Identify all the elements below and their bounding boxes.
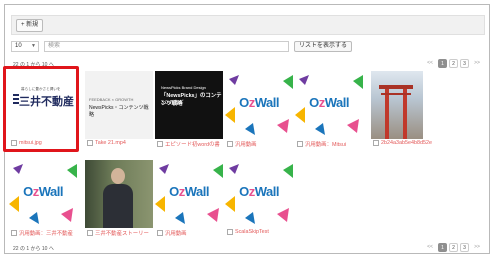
pager-page-1[interactable]: 1 xyxy=(438,59,447,68)
pager-page-3[interactable]: 3 xyxy=(460,243,469,252)
thumbnail-ozwall[interactable]: OzWall xyxy=(295,71,363,139)
ozwall-logo: OzWall xyxy=(23,184,63,199)
ozwall-logo: OzWall xyxy=(239,95,279,110)
select-checkbox[interactable] xyxy=(227,141,233,147)
search-input[interactable]: 検索 xyxy=(44,41,289,52)
toolbar: 10 ▼ 検索 リストを表示する xyxy=(11,41,485,55)
media-item-caption[interactable]: 2b24a3ab5e4b8d52e xyxy=(373,140,432,146)
thumb-caption-small: FEEDBACK × GROWTH xyxy=(89,97,134,102)
pager-next[interactable]: >> xyxy=(471,59,483,68)
pager-next[interactable]: >> xyxy=(471,243,483,252)
select-checkbox[interactable] xyxy=(157,230,163,236)
thumb-caption-small: NewsPicks Brand Design xyxy=(161,85,206,90)
media-item-caption[interactable]: 三井不動産ストーリー xyxy=(87,229,149,237)
per-page-select[interactable]: 10 ▼ xyxy=(11,41,39,52)
temple-photo-icon xyxy=(379,85,413,139)
pager-page-2[interactable]: 2 xyxy=(449,243,458,252)
pager-page-1[interactable]: 1 xyxy=(438,243,447,252)
select-checkbox[interactable] xyxy=(227,229,233,235)
thumbnail-dark[interactable]: NewsPicks Brand Design 「NewsPicks」のコンテンツ… xyxy=(155,71,223,139)
thumb-caption-title: NewsPicks・コンテンツ戦略 xyxy=(89,105,149,118)
select-checkbox[interactable] xyxy=(297,141,303,147)
media-item-caption[interactable]: 汎用動画 xyxy=(157,229,187,237)
thumbnail-ozwall[interactable]: OzWall xyxy=(225,71,293,139)
media-item-caption[interactable]: 汎用動画 xyxy=(227,140,257,148)
media-item-caption[interactable]: エピソード初wordの書 xyxy=(157,140,220,148)
pager-prev[interactable]: << xyxy=(424,59,436,68)
select-checkbox[interactable] xyxy=(87,140,93,146)
ozwall-logo: OzWall xyxy=(309,95,349,110)
select-checkbox[interactable] xyxy=(87,230,93,236)
per-page-value: 10 xyxy=(15,43,22,49)
portrait-icon xyxy=(111,168,125,184)
ozwall-logo: OzWall xyxy=(239,184,279,199)
select-checkbox[interactable] xyxy=(11,230,17,236)
thumb-caption-sub: 3つのカギ xyxy=(161,100,184,106)
thumbnail-ozwall[interactable]: OzWall xyxy=(225,160,293,228)
pager-page-3[interactable]: 3 xyxy=(460,59,469,68)
new-button[interactable]: + 新規 xyxy=(16,19,44,32)
chevron-down-icon: ▼ xyxy=(31,43,36,49)
top-bar: + 新規 xyxy=(11,15,485,35)
list-view-button[interactable]: リストを表示する xyxy=(294,41,353,52)
pager-page-2[interactable]: 2 xyxy=(449,59,458,68)
thumbnail-ozwall[interactable]: OzWall xyxy=(9,160,77,228)
thumbnail-ozwall[interactable]: OzWall xyxy=(155,160,223,228)
select-checkbox[interactable] xyxy=(157,141,163,147)
thumbnail-man-photo[interactable] xyxy=(85,160,153,228)
pagination-top: << 1 2 3 >> xyxy=(424,59,483,68)
select-checkbox[interactable] xyxy=(373,140,379,146)
selection-highlight xyxy=(3,66,79,152)
media-item-caption[interactable]: ScalaSkipTest xyxy=(227,229,269,235)
pagination-bottom: << 1 2 3 >> xyxy=(424,243,483,252)
thumbnail-video[interactable]: FEEDBACK × GROWTH NewsPicks・コンテンツ戦略 xyxy=(85,71,153,139)
result-count-bottom: 22 の 1 から 10 へ xyxy=(13,246,54,252)
thumbnail-temple-photo[interactable] xyxy=(371,71,423,139)
media-item-caption[interactable]: 汎用動画：Mitsui xyxy=(297,140,346,148)
media-item-caption[interactable]: Take 21.mp4 xyxy=(87,140,126,146)
media-item-caption[interactable]: 汎用動画：三井不動産 xyxy=(11,229,73,237)
pager-prev[interactable]: << xyxy=(424,243,436,252)
ozwall-logo: OzWall xyxy=(169,184,209,199)
